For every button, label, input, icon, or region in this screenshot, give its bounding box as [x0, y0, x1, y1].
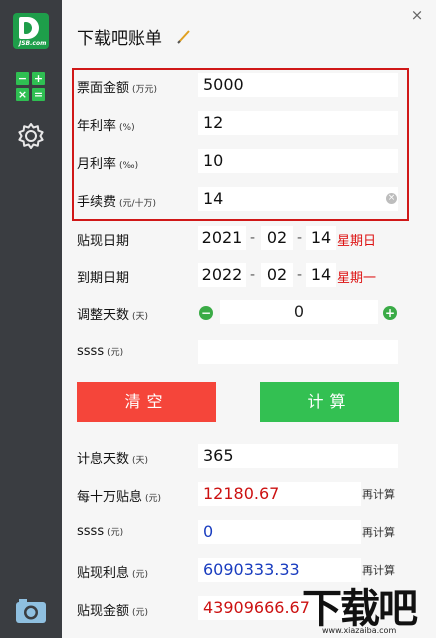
face-amount-input[interactable]: 5000 [198, 73, 398, 97]
calculator-icon[interactable]: − + × = [16, 72, 46, 102]
per-100k-row: 每十万贴息 (元) 12180.67 再计算 [62, 480, 436, 510]
close-icon[interactable]: × [408, 6, 426, 24]
interest-days-row: 计息天数 (天) 365 [62, 442, 436, 472]
monthly-rate-row: 月利率 (‰) 10 [62, 147, 436, 177]
logo-text: JSB.com [19, 40, 47, 47]
adjust-days-row: 调整天数 (天) − 0 + [62, 298, 436, 328]
sidebar: JSB.com − + × = [0, 0, 62, 638]
due-year-input[interactable]: 2022 [198, 263, 246, 287]
watermark-logo: 下载吧 www.xiazaiba.com [300, 576, 436, 638]
calculate-button[interactable]: 计算 [260, 382, 399, 422]
face-amount-label: 票面金额 (万元) [77, 81, 158, 96]
date-separator: - [250, 267, 256, 283]
ssss-input-label: ssss (元) [77, 344, 124, 359]
interest-days-label: 计息天数 (天) [77, 452, 149, 467]
increment-button[interactable]: + [383, 306, 397, 320]
gear-icon[interactable] [16, 121, 46, 151]
annual-rate-row: 年利率 (%) 12 [62, 109, 436, 139]
monthly-rate-input[interactable]: 10 [198, 149, 398, 173]
app-logo: JSB.com [13, 13, 49, 49]
due-day-input[interactable]: 14 [306, 263, 336, 287]
discount-date-row: 贴现日期 2021 - 02 - 14 星期日 [62, 224, 436, 254]
date-separator: - [250, 230, 256, 246]
recalculate-link[interactable]: 再计算 [362, 524, 395, 540]
discount-amount-label: 贴现金额 (元) [77, 604, 149, 619]
due-month-input[interactable]: 02 [261, 263, 293, 287]
interest-days-value: 365 [198, 444, 398, 468]
fee-label: 手续费 (元/十万) [77, 195, 157, 210]
decrement-button[interactable]: − [199, 306, 213, 320]
adjust-days-input[interactable]: 0 [220, 300, 378, 324]
per-100k-label: 每十万贴息 (元) [77, 490, 162, 505]
discount-interest-label: 贴现利息 (元) [77, 566, 149, 581]
main-panel: × 下载吧账单 票面金额 (万元) 5000 年利率 (%) 12 月利率 (‰) 1… [62, 0, 436, 638]
annual-rate-input[interactable]: 12 [198, 111, 398, 135]
per-100k-value: 12180.67 [198, 482, 361, 506]
clear-input-icon[interactable]: × [386, 193, 397, 204]
fee-row: 手续费 (元/十万) 14 [62, 185, 436, 215]
date-separator: - [297, 267, 303, 283]
ssss-result-label: ssss (元) [77, 524, 124, 539]
discount-weekday: 星期日 [337, 234, 377, 249]
face-amount-row: 票面金额 (万元) 5000 [62, 71, 436, 101]
discount-year-input[interactable]: 2021 [198, 226, 246, 250]
clear-button[interactable]: 清空 [77, 382, 216, 422]
discount-date-label: 贴现日期 [77, 234, 130, 249]
due-date-row: 到期日期 2022 - 02 - 14 星期一 [62, 261, 436, 291]
ssss-input[interactable] [198, 340, 398, 364]
discount-day-input[interactable]: 14 [306, 226, 336, 250]
adjust-days-label: 调整天数 (天) [77, 308, 149, 323]
due-weekday: 星期一 [337, 271, 377, 286]
date-separator: - [297, 230, 303, 246]
annual-rate-label: 年利率 (%) [77, 119, 135, 134]
due-date-label: 到期日期 [77, 271, 130, 286]
ssss-result-value: 0 [198, 520, 361, 544]
watermark-url: www.xiazaiba.com [322, 626, 397, 635]
recalculate-link[interactable]: 再计算 [362, 486, 395, 502]
monthly-rate-label: 月利率 (‰) [77, 157, 139, 172]
camera-icon[interactable] [15, 598, 47, 624]
edit-pencil-icon[interactable] [177, 28, 191, 44]
fee-input[interactable]: 14 [198, 187, 398, 211]
discount-month-input[interactable]: 02 [261, 226, 293, 250]
ssss-result-row: ssss (元) 0 再计算 [62, 518, 436, 548]
page-title: 下载吧账单 [77, 29, 162, 49]
ssss-input-row: ssss (元) [62, 338, 436, 368]
